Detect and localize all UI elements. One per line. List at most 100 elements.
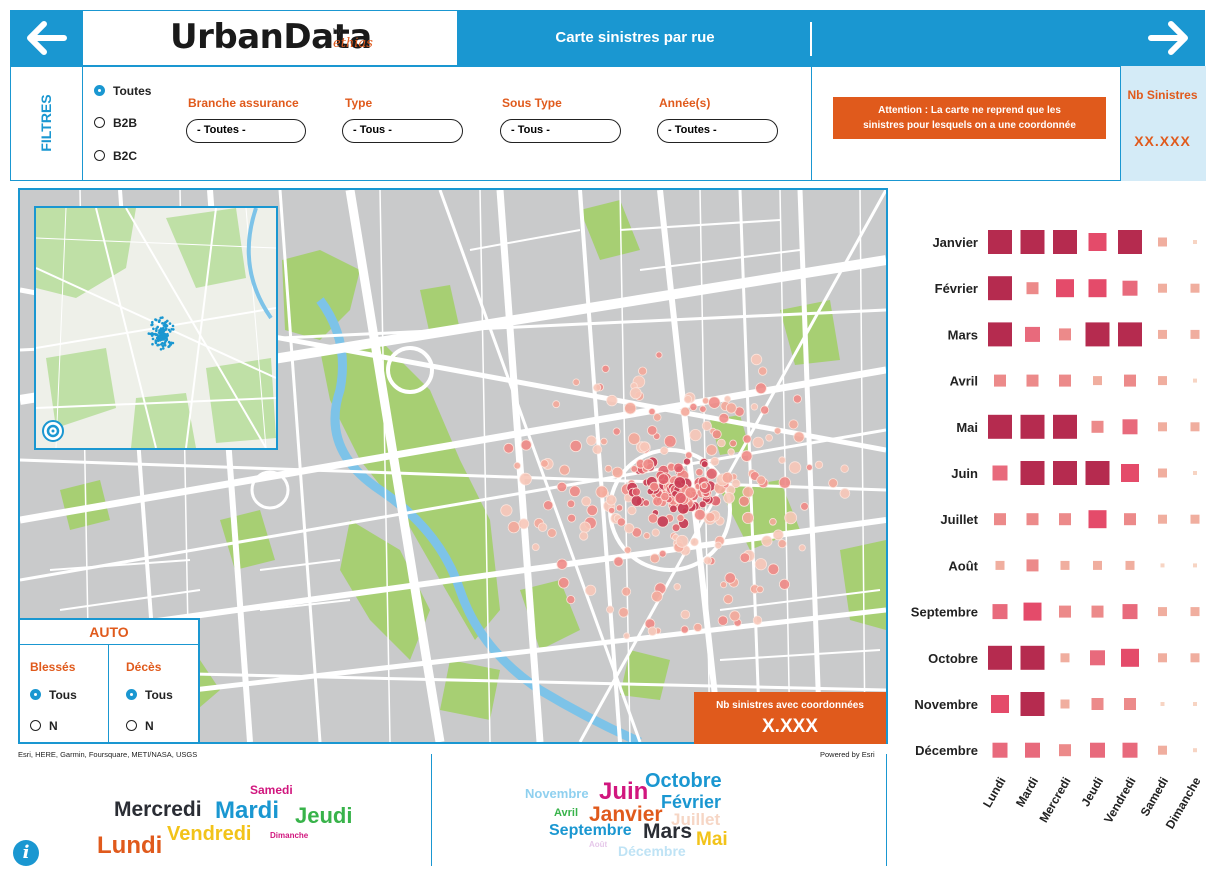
sinistre-point[interactable] xyxy=(656,515,669,528)
sinistre-point[interactable] xyxy=(683,395,693,404)
heatmap-cell[interactable] xyxy=(995,560,1005,570)
sinistre-point[interactable] xyxy=(701,420,712,431)
heatmap-cell[interactable] xyxy=(1190,422,1200,432)
sinistre-point[interactable] xyxy=(624,523,635,534)
sinistre-point[interactable] xyxy=(756,585,764,594)
sinistre-point[interactable] xyxy=(604,464,613,473)
heatmap-cell[interactable] xyxy=(1158,514,1167,524)
sinistre-point[interactable] xyxy=(750,353,763,366)
sinistre-point[interactable] xyxy=(638,366,648,376)
heatmap-cell[interactable] xyxy=(1026,374,1039,387)
sinistre-point[interactable] xyxy=(643,532,651,540)
deces-option-tous[interactable]: Tous xyxy=(126,686,173,704)
sinistre-point[interactable] xyxy=(608,506,616,514)
sinistre-point[interactable] xyxy=(717,615,729,626)
heatmap-cell[interactable] xyxy=(1059,513,1071,526)
sinistre-point[interactable] xyxy=(717,438,726,448)
sinistre-point[interactable] xyxy=(754,558,768,571)
sinistre-point[interactable] xyxy=(690,537,699,547)
heatmap-cell[interactable] xyxy=(1118,322,1142,347)
sinistre-point[interactable] xyxy=(657,473,670,485)
heatmap-cell[interactable] xyxy=(1158,745,1167,755)
sinistre-point[interactable] xyxy=(784,511,798,525)
sinistre-point[interactable] xyxy=(552,400,561,409)
sinistre-point[interactable] xyxy=(839,488,851,499)
sinistre-point[interactable] xyxy=(518,518,530,530)
heatmap-cell[interactable] xyxy=(1053,230,1077,254)
sinistre-point[interactable] xyxy=(629,387,642,400)
sinistre-point[interactable] xyxy=(705,467,718,480)
sinistre-point[interactable] xyxy=(615,504,624,512)
sinistre-point[interactable] xyxy=(694,508,706,521)
heatmap-cell[interactable] xyxy=(1158,283,1167,293)
sinistre-point[interactable] xyxy=(714,541,722,549)
sinistre-point[interactable] xyxy=(773,427,782,435)
sinistre-point[interactable] xyxy=(752,436,764,449)
sinistre-point[interactable] xyxy=(708,396,721,409)
sinistre-point[interactable] xyxy=(689,402,698,411)
heatmap-cell[interactable] xyxy=(1091,605,1104,618)
heatmap-cell[interactable] xyxy=(1193,240,1197,244)
heatmap-cell[interactable] xyxy=(1158,422,1167,432)
sinistre-point[interactable] xyxy=(621,586,632,597)
heatmap-cell[interactable] xyxy=(1059,374,1071,387)
sinistre-point[interactable] xyxy=(718,412,730,424)
sinistre-point[interactable] xyxy=(616,517,626,527)
heatmap-cell[interactable] xyxy=(1088,279,1107,298)
heatmap-cell[interactable] xyxy=(1193,702,1197,706)
heatmap-cell[interactable] xyxy=(1091,698,1104,710)
sinistre-point[interactable] xyxy=(569,439,582,453)
info-button[interactable]: i xyxy=(13,840,39,866)
heatmap-cell[interactable] xyxy=(1090,650,1105,666)
sinistre-point[interactable] xyxy=(586,504,598,517)
sinistre-point[interactable] xyxy=(584,584,597,596)
sinistre-point[interactable] xyxy=(720,581,728,589)
sinistre-point[interactable] xyxy=(725,402,737,414)
sinistre-point[interactable] xyxy=(531,543,540,552)
sinistre-point[interactable] xyxy=(710,456,720,466)
sinistre-point[interactable] xyxy=(752,615,763,626)
sinistre-point[interactable] xyxy=(765,434,773,442)
sinistre-point[interactable] xyxy=(761,535,773,547)
sinistre-point[interactable] xyxy=(540,459,549,468)
heatmap-cell[interactable] xyxy=(992,604,1008,620)
heatmap-cell[interactable] xyxy=(1093,560,1102,570)
heatmap-cell[interactable] xyxy=(992,742,1008,758)
sinistre-point[interactable] xyxy=(680,406,691,417)
branche-select[interactable]: - Toutes - xyxy=(186,119,306,143)
heatmap-cell[interactable] xyxy=(1085,461,1110,485)
sinistre-point[interactable] xyxy=(606,605,615,614)
heatmap-cell[interactable] xyxy=(1059,605,1071,618)
sinistre-point[interactable] xyxy=(724,572,736,584)
sinistre-point[interactable] xyxy=(727,448,735,456)
sinistre-point[interactable] xyxy=(674,491,687,504)
sinistre-point[interactable] xyxy=(567,513,576,523)
sinistre-point[interactable] xyxy=(556,558,568,570)
sinistre-point[interactable] xyxy=(729,439,737,448)
sinistre-point[interactable] xyxy=(740,450,753,462)
blesses-option-n[interactable]: N xyxy=(30,717,58,735)
heatmap-cell[interactable] xyxy=(1059,328,1071,341)
sinistre-point[interactable] xyxy=(723,594,734,605)
sinistre-point[interactable] xyxy=(721,471,734,484)
sinistre-point[interactable] xyxy=(675,534,689,548)
heatmap-cell[interactable] xyxy=(1158,329,1167,339)
sinistre-point[interactable] xyxy=(558,577,570,589)
soustype-select[interactable]: - Tous - xyxy=(500,119,621,143)
sinistre-point[interactable] xyxy=(624,546,632,554)
sinistre-point[interactable] xyxy=(705,444,718,456)
heatmap-cell[interactable] xyxy=(1190,283,1200,293)
sinistre-point[interactable] xyxy=(647,626,658,636)
heatmap-cell[interactable] xyxy=(1060,653,1070,663)
heatmap-cell[interactable] xyxy=(1056,279,1074,298)
sinistre-point[interactable] xyxy=(642,499,650,507)
sinistre-point[interactable] xyxy=(579,521,591,533)
heatmap-cell[interactable] xyxy=(1025,326,1040,342)
sinistre-point[interactable] xyxy=(600,437,608,446)
sinistre-point[interactable] xyxy=(579,531,589,541)
sinistre-point[interactable] xyxy=(756,475,766,486)
sinistre-point[interactable] xyxy=(649,553,660,564)
sinistre-point[interactable] xyxy=(642,458,655,471)
heatmap-cell[interactable] xyxy=(1060,560,1070,570)
sinistre-point[interactable] xyxy=(613,556,624,567)
